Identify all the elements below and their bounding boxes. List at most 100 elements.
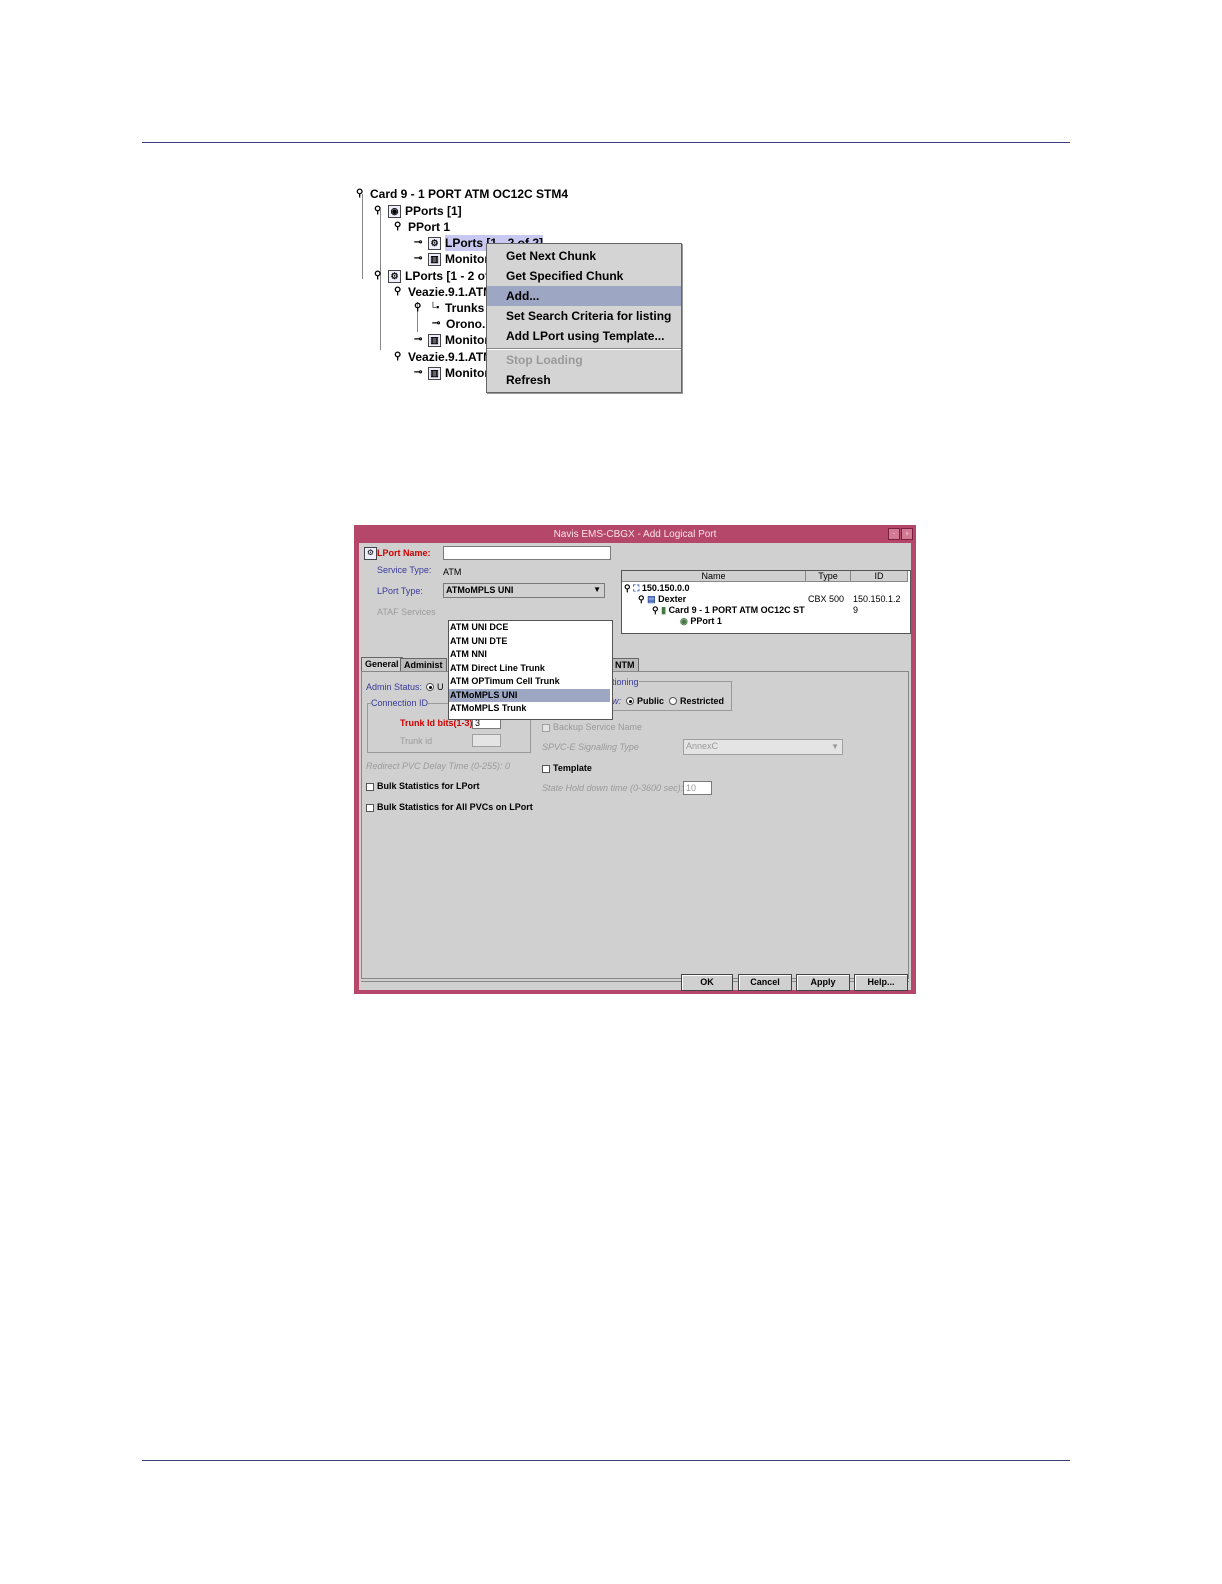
menu-item-get-next-chunk[interactable]: Get Next Chunk: [487, 246, 681, 266]
backup-service-label: Backup Service Name: [553, 722, 643, 732]
table-cell-name: 150.150.0.0: [641, 583, 690, 593]
menu-item-add[interactable]: Add...: [487, 286, 681, 306]
dropdown-option[interactable]: ATMoMPLS Trunk: [449, 702, 610, 716]
collapsed-toggle-icon[interactable]: ⊸: [414, 332, 424, 348]
tab-general[interactable]: General: [361, 657, 403, 671]
spvc-signalling-value: AnnexC: [686, 741, 719, 751]
public-radio[interactable]: [626, 697, 634, 705]
menu-item-refresh[interactable]: Refresh: [487, 370, 681, 390]
state-hold-field[interactable]: 10: [683, 781, 712, 795]
table-cell-id: 150.150.1.2: [853, 594, 901, 604]
partitioning-label: itioning: [610, 677, 639, 687]
collapsed-toggle-icon[interactable]: ⊸: [414, 365, 424, 381]
tree-node-monitor[interactable]: ⊸ ▥ Monitor: [414, 365, 489, 381]
expanded-toggle-icon[interactable]: ⚲: [394, 349, 404, 365]
lport-type-select[interactable]: ATMoMPLS UNI ▼: [443, 583, 605, 598]
apply-button[interactable]: Apply: [796, 974, 850, 991]
expanded-toggle-icon[interactable]: ⚲: [394, 219, 404, 235]
tree-node-label: Veazie.9.1.ATM: [408, 285, 494, 299]
help-button[interactable]: Help...: [854, 974, 908, 991]
tree-node-monitor[interactable]: ⊸ ▥ Monitor: [414, 251, 489, 267]
expanded-toggle-icon[interactable]: ⚲: [394, 284, 404, 300]
menu-item-add-lport-template[interactable]: Add LPort using Template...: [487, 326, 681, 346]
lports-folder-icon: ⚙: [428, 236, 441, 250]
tree-node-veazie-2[interactable]: ⚲ Veazie.9.1.ATM: [394, 349, 493, 365]
table-cell-id: 9: [853, 605, 859, 615]
bulk-stats-pvcs-checkbox[interactable]: [366, 804, 374, 812]
network-icon: ⛶: [633, 583, 640, 593]
dropdown-option-selected[interactable]: ATMoMPLS UNI: [449, 688, 610, 702]
tree-node-monitor[interactable]: ⊸ ▥ Monitor: [414, 332, 489, 348]
expanded-toggle-icon[interactable]: ⚲: [374, 203, 384, 219]
expanded-toggle-icon[interactable]: ⚲: [414, 300, 424, 316]
restricted-radio[interactable]: [669, 697, 677, 705]
card-icon: ▮: [661, 605, 667, 615]
context-menu: Get Next Chunk Get Specified Chunk Add..…: [486, 243, 682, 393]
collapsed-toggle-icon[interactable]: ⊸: [414, 235, 424, 251]
pports-folder-icon: ◉: [388, 204, 401, 218]
tab-ntm[interactable]: NTM: [611, 658, 639, 671]
monitor-chart-icon: ▥: [428, 252, 441, 266]
table-row[interactable]: ◉ PPort 1: [680, 616, 722, 627]
menu-item-stop-loading: Stop Loading: [506, 353, 583, 367]
maximize-icon[interactable]: ▫: [901, 528, 913, 540]
menu-item-get-specified-chunk[interactable]: Get Specified Chunk: [487, 266, 681, 286]
collapsed-toggle-icon[interactable]: ⊸: [414, 251, 424, 267]
expanded-toggle-icon[interactable]: ⚲: [624, 583, 633, 593]
dropdown-option[interactable]: ATM UNI DTE: [449, 635, 610, 649]
column-header-name[interactable]: Name: [622, 571, 806, 582]
expanded-toggle-icon[interactable]: ⚲: [638, 594, 647, 604]
expanded-toggle-icon[interactable]: ⚲: [374, 268, 384, 284]
minimize-icon[interactable]: ·: [888, 528, 900, 540]
ok-button[interactable]: OK: [681, 974, 733, 991]
dropdown-option[interactable]: ATM NNI: [449, 648, 610, 662]
trunk-id-label: Trunk id: [400, 736, 433, 746]
admin-status-value: U: [437, 682, 444, 692]
column-header-type[interactable]: Type: [806, 571, 851, 582]
public-label: Public: [637, 696, 665, 706]
table-cell-type: CBX 500: [808, 594, 845, 604]
table-cell-name: Card 9 - 1 PORT ATM OC12C ST: [668, 605, 805, 615]
add-logical-port-dialog: – Navis EMS-CBGX - Add Logical Port · ▫ …: [354, 525, 916, 994]
tree-node-orono[interactable]: ⊸ Orono.: [432, 316, 485, 332]
lport-type-label: LPort Type:: [377, 586, 423, 596]
tab-administrative[interactable]: Administ: [400, 658, 447, 671]
trunk-id-field: [472, 734, 501, 747]
cancel-button[interactable]: Cancel: [738, 974, 792, 991]
dropdown-option[interactable]: ATM OPTimum Cell Trunk: [449, 675, 610, 689]
dropdown-option[interactable]: ATM UNI DCE: [449, 621, 610, 635]
tree-node-lports[interactable]: ⚲ ⚙ LPorts [1 - 2 of: [374, 268, 489, 284]
template-label: Template: [553, 763, 592, 773]
tree-node-pports[interactable]: ⚲ ◉ PPorts [1]: [374, 203, 462, 219]
table-cell-name: Dexter: [658, 594, 687, 604]
switch-icon: ▤: [647, 594, 656, 604]
dialog-body: ⚙ LPort Name: Service Type: ATM LPort Ty…: [359, 543, 911, 990]
spvc-signalling-select: AnnexC ▼: [683, 739, 843, 755]
tree-node-label: Monitor: [445, 252, 489, 266]
lports-folder-icon: ⚙: [388, 269, 401, 283]
table-row[interactable]: ⚲ ▤ Dexter: [638, 594, 686, 605]
bulk-stats-lport-checkbox[interactable]: [366, 783, 374, 791]
tree-node-pport1[interactable]: ⚲ PPort 1: [394, 219, 450, 235]
chevron-down-icon[interactable]: ▼: [593, 584, 601, 596]
lport-name-field[interactable]: [443, 546, 611, 560]
ataf-services-label: ATAF Services: [377, 607, 436, 617]
pport-icon: ◉: [680, 616, 688, 626]
table-row[interactable]: ⚲ ⛶ 150.150.0.0: [624, 583, 689, 594]
menu-item-set-search-criteria[interactable]: Set Search Criteria for listing: [487, 306, 681, 326]
tree-node-veazie-1[interactable]: ⚲ Veazie.9.1.ATM: [394, 284, 493, 300]
column-header-id[interactable]: ID: [851, 571, 908, 582]
admin-status-up-radio[interactable]: [426, 683, 434, 691]
expanded-toggle-icon[interactable]: ⚲: [652, 605, 661, 615]
tree-node-trunks[interactable]: ⚲ └▪ Trunks: [414, 300, 484, 316]
service-type-value: ATM: [443, 567, 462, 577]
dropdown-option[interactable]: ATM Direct Line Trunk: [449, 662, 610, 676]
expanded-toggle-icon[interactable]: ⚲: [356, 186, 366, 202]
tree-node-card[interactable]: ⚲ Card 9 - 1 PORT ATM OC12C STM4: [356, 186, 568, 202]
spvc-signalling-label: SPVC-E Signalling Type: [542, 742, 639, 752]
table-row[interactable]: ⚲ ▮ Card 9 - 1 PORT ATM OC12C ST: [652, 605, 805, 616]
restricted-label: Restricted: [680, 696, 725, 706]
general-panel: Admin Status: U Connection ID Trunk Id b…: [361, 671, 909, 979]
template-checkbox[interactable]: [542, 765, 550, 773]
service-type-label: Service Type:: [377, 565, 432, 575]
